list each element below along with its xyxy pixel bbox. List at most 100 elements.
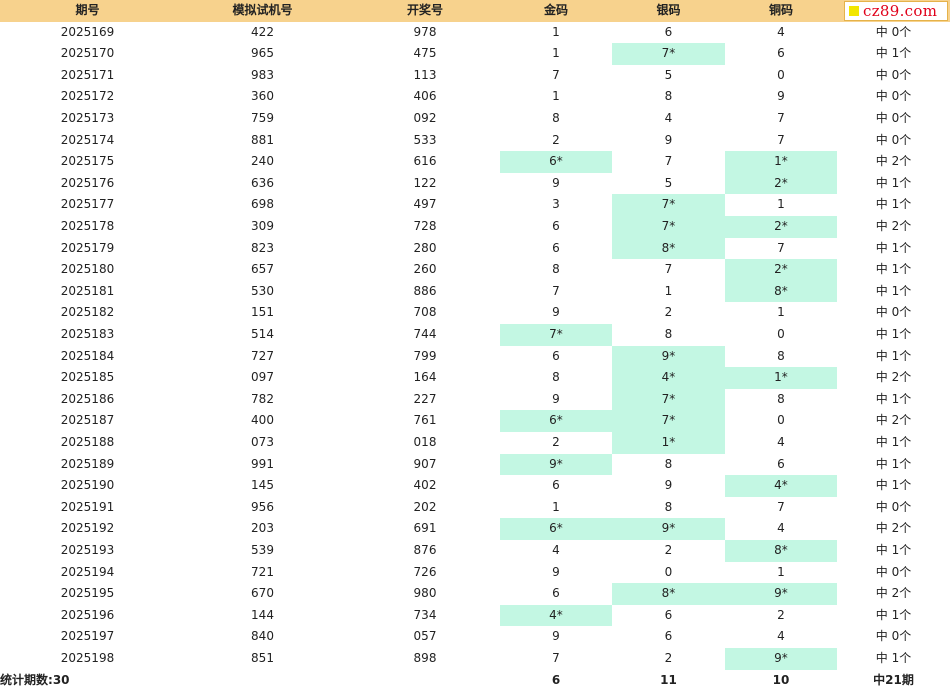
header-gold-code: 金码 (500, 0, 612, 22)
row-silver-code-cell: 6 (664, 24, 673, 39)
row-sim-number-cell: 144 (251, 607, 274, 622)
row-silver-code-cell: 9* (612, 345, 725, 368)
row-draw-number-cell: 876 (413, 543, 437, 557)
row-silver-code-cell: 8* (612, 583, 725, 605)
row-issue-cell: 2025176 (60, 175, 115, 190)
row-gold-code-cell: 6 (552, 348, 560, 363)
row-gold-code-cell: 9 (552, 391, 560, 406)
row-result-cell: 中 1个 (875, 435, 912, 449)
row-issue-cell: 2025173 (60, 111, 115, 125)
row-draw-number-cell: 691 (413, 521, 437, 536)
row-bronze-code-cell: 1* (725, 367, 837, 389)
row-issue-cell: 2025183 (60, 327, 115, 341)
row-draw-number-cell: 497 (413, 197, 437, 212)
row-issue-cell: 2025188 (60, 435, 115, 449)
row-draw-number-cell: 280 (413, 240, 437, 255)
row-draw-number-cell: 122 (413, 175, 437, 190)
logo-text: cz89.com (863, 2, 938, 20)
row-gold-code-cell: 1 (552, 24, 560, 39)
row-sim-number-cell: 203 (251, 521, 274, 536)
row-gold-code-cell: 4 (552, 543, 560, 557)
row-draw-number-cell: 734 (413, 607, 437, 622)
row-sim-number-cell: 636 (251, 175, 274, 190)
row-issue-cell: 2025178 (60, 219, 115, 233)
row-draw-number-cell: 799 (413, 348, 437, 363)
row-gold-code-cell: 6 (552, 219, 560, 233)
row-silver-code-cell: 1 (664, 283, 673, 298)
row-bronze-code-cell: 8 (777, 391, 785, 406)
row-sim-number-cell: 956 (251, 499, 274, 514)
row-gold-code-cell: 7 (552, 651, 560, 665)
row-sim-number-cell: 539 (251, 543, 274, 557)
lottery-stats-table: 期号 模拟试机号 开奖号 金码 银码 铜码 2025169 422 978 1 6 4 中 0个 2025… (0, 0, 950, 697)
row-gold-code-cell: 9* (500, 453, 612, 476)
header-sim-number: 模拟试机号 (175, 0, 350, 22)
row-sim-number-cell: 983 (251, 67, 274, 82)
row-result-cell: 中 1个 (875, 607, 912, 622)
row-draw-number-cell: 886 (413, 283, 437, 298)
row-gold-code-cell: 9 (552, 305, 560, 320)
footer-count-label: 统计期数: (0, 672, 53, 687)
row-result-cell: 中 1个 (875, 651, 912, 665)
footer-bronze-total: 10 (772, 672, 790, 687)
row-sim-number-cell: 073 (251, 435, 274, 449)
row-silver-code-cell: 2 (664, 305, 673, 320)
row-draw-number-cell: 898 (413, 651, 437, 665)
row-draw-number-cell: 708 (413, 305, 437, 320)
row-silver-code-cell: 2 (664, 651, 673, 665)
row-draw-number-cell: 907 (413, 456, 437, 471)
row-result-cell: 中 1个 (875, 175, 912, 190)
row-bronze-code-cell: 1 (777, 305, 785, 320)
row-gold-code-cell: 9 (552, 175, 560, 190)
row-result-cell: 中 2个 (875, 219, 912, 233)
row-bronze-code-cell: 8* (725, 540, 837, 562)
row-gold-code-cell: 3 (552, 197, 560, 212)
row-bronze-code-cell: 0 (777, 67, 785, 82)
row-sim-number-cell: 823 (251, 240, 274, 255)
row-sim-number-cell: 514 (251, 327, 274, 341)
row-issue-cell: 2025193 (60, 543, 115, 557)
row-bronze-code-cell: 7 (777, 499, 785, 514)
row-bronze-code-cell: 4 (777, 629, 785, 644)
row-result-cell: 中 1个 (875, 543, 912, 557)
row-issue-cell: 2025179 (60, 240, 115, 255)
row-draw-number-cell: 475 (413, 46, 437, 61)
row-issue-cell: 2025171 (60, 67, 115, 82)
row-sim-number-cell: 657 (251, 262, 274, 277)
row-result-cell: 中 2个 (875, 154, 912, 169)
row-bronze-code-cell: 7 (777, 240, 785, 255)
row-gold-code-cell: 8 (552, 370, 560, 385)
row-silver-code-cell: 8 (664, 327, 673, 341)
row-sim-number-cell: 698 (251, 197, 274, 212)
row-draw-number-cell: 744 (413, 327, 437, 341)
row-draw-number-cell: 164 (413, 370, 437, 385)
footer-count: 统计期数:30 (0, 670, 175, 692)
row-issue-cell: 2025191 (60, 499, 115, 514)
row-gold-code-cell: 9 (552, 564, 560, 579)
row-result-cell: 中 0个 (875, 89, 912, 104)
row-issue-cell: 2025192 (60, 521, 115, 536)
row-bronze-code-cell: 1 (777, 197, 785, 212)
row-sim-number-cell: 530 (251, 283, 274, 298)
row-silver-code-cell: 8 (664, 499, 673, 514)
row-issue-cell: 2025182 (60, 305, 115, 320)
row-bronze-code-cell: 0 (777, 413, 785, 428)
row-sim-number-cell: 782 (251, 391, 274, 406)
row-issue-cell: 2025184 (60, 348, 115, 363)
row-silver-code-cell: 7* (612, 43, 725, 65)
row-result-cell: 中 0个 (875, 24, 912, 39)
row-issue-cell: 2025197 (60, 629, 115, 644)
row-sim-number-cell: 759 (251, 111, 274, 125)
row-draw-number-cell: 726 (413, 564, 437, 579)
site-watermark-logo[interactable]: cz89.com (844, 1, 948, 21)
row-bronze-code-cell: 9 (777, 89, 785, 104)
row-bronze-code-cell: 2* (725, 172, 837, 195)
row-silver-code-cell: 7* (612, 216, 725, 238)
row-sim-number-cell: 881 (251, 132, 274, 147)
row-gold-code-cell: 6 (552, 586, 560, 601)
row-sim-number-cell: 670 (251, 586, 274, 601)
row-gold-code-cell: 6 (552, 240, 560, 255)
row-result-cell: 中 0个 (875, 629, 912, 644)
row-issue-cell: 2025198 (60, 651, 115, 665)
row-result-cell: 中 1个 (875, 240, 912, 255)
